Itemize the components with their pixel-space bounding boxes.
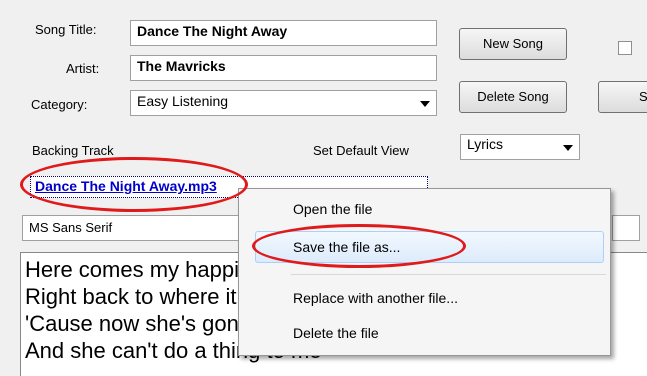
default-view-dropdown[interactable]: Lyrics [460,134,580,160]
partial-button[interactable]: S [598,81,647,113]
menu-item-delete-file[interactable]: Delete the file [293,325,379,341]
category-value: Easy Listening [137,93,229,109]
backing-track-label: Backing Track [32,143,114,158]
option-checkbox[interactable] [618,41,632,55]
song-title-label: Song Title: [35,22,97,37]
menu-item-replace-file[interactable]: Replace with another file... [293,290,458,306]
new-song-button[interactable]: New Song [459,28,567,60]
artist-field[interactable]: The Mavricks [130,55,437,81]
default-view-value: Lyrics [467,136,504,152]
font-dropdown[interactable]: MS Sans Serif [22,215,252,241]
chevron-down-icon [563,145,573,151]
delete-song-button[interactable]: Delete Song [459,81,567,113]
menu-item-open-file[interactable]: Open the file [293,201,372,217]
category-label: Category: [31,97,88,112]
default-view-label: Set Default View [313,143,409,158]
chevron-down-icon [420,101,430,107]
annotation-circle-save-item [252,224,466,268]
artist-label: Artist: [66,61,100,76]
annotation-circle-file-link [20,157,248,212]
font-size-field[interactable] [612,215,640,241]
font-value: MS Sans Serif [29,220,113,235]
song-title-field[interactable]: Dance The Night Away [130,20,437,46]
category-dropdown[interactable]: Easy Listening [130,90,437,116]
context-menu: Open the file Save the file as... Replac… [238,188,611,356]
menu-separator [291,274,606,275]
